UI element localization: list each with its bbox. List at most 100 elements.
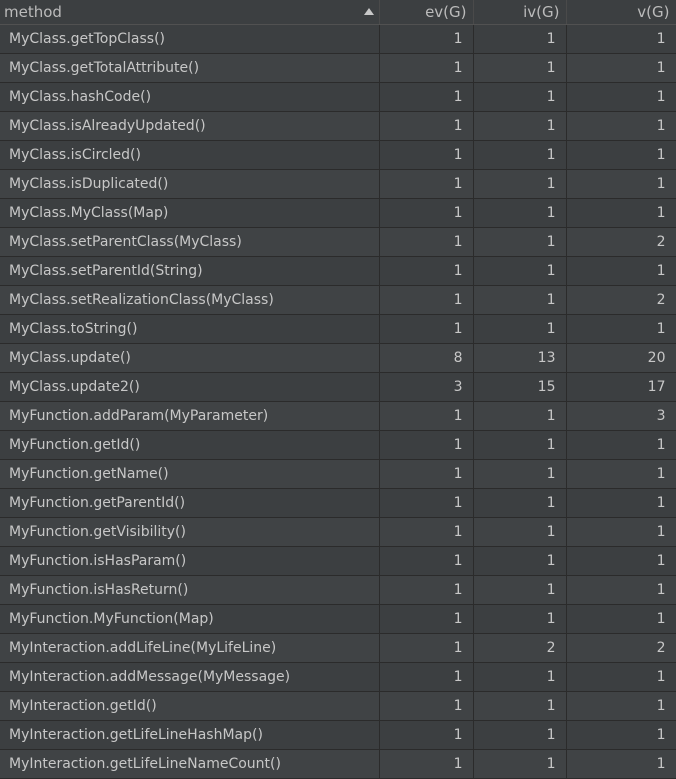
v-cell: 1: [566, 459, 676, 489]
ev-cell: 1: [379, 256, 474, 286]
ev-cell: 1: [379, 662, 474, 692]
v-cell: 1: [566, 169, 676, 199]
iv-cell: 1: [473, 24, 567, 54]
iv-cell: 1: [473, 401, 567, 431]
method-cell: MyInteraction.addMessage(MyMessage): [0, 662, 380, 692]
table-row[interactable]: MyFunction.getVisibility() 1 1 1: [0, 517, 676, 547]
table-row[interactable]: MyClass.getTopClass() 1 1 1: [0, 24, 676, 54]
table-row[interactable]: MyClass.MyClass(Map) 1 1 1: [0, 198, 676, 228]
ev-cell: 8: [379, 343, 474, 373]
v-cell: 2: [566, 285, 676, 315]
iv-cell: 1: [473, 430, 567, 460]
header-row: method ev(G) iv(G) v(G): [0, 0, 676, 25]
ev-cell: 3: [379, 372, 474, 402]
v-cell: 1: [566, 575, 676, 605]
iv-cell: 1: [473, 82, 567, 112]
v-cell: 1: [566, 111, 676, 141]
method-cell: MyClass.hashCode(): [0, 82, 380, 112]
method-cell: MyClass.getTopClass(): [0, 24, 380, 54]
v-cell: 1: [566, 691, 676, 721]
v-cell: 17: [566, 372, 676, 402]
table-row[interactable]: MyFunction.addParam(MyParameter) 1 1 3: [0, 401, 676, 431]
column-header-v[interactable]: v(G): [566, 0, 676, 25]
column-header-label: method: [4, 3, 62, 21]
v-cell: 1: [566, 662, 676, 692]
iv-cell: 1: [473, 517, 567, 547]
table-row[interactable]: MyFunction.getId() 1 1 1: [0, 430, 676, 460]
iv-cell: 1: [473, 198, 567, 228]
iv-cell: 1: [473, 169, 567, 199]
method-cell: MyClass.isAlreadyUpdated(): [0, 111, 380, 141]
method-cell: MyClass.isCircled(): [0, 140, 380, 170]
v-cell: 1: [566, 256, 676, 286]
table-row[interactable]: MyClass.isCircled() 1 1 1: [0, 140, 676, 170]
column-header-iv[interactable]: iv(G): [473, 0, 567, 25]
column-header-ev[interactable]: ev(G): [379, 0, 474, 25]
table-row[interactable]: MyClass.update2() 3 15 17: [0, 372, 676, 402]
ev-cell: 1: [379, 111, 474, 141]
v-cell: 1: [566, 430, 676, 460]
ev-cell: 1: [379, 169, 474, 199]
method-cell: MyFunction.getVisibility(): [0, 517, 380, 547]
table-row[interactable]: MyInteraction.getLifeLineNameCount() 1 1 1: [0, 749, 676, 779]
ev-cell: 1: [379, 749, 474, 779]
v-cell: 1: [566, 198, 676, 228]
table-row[interactable]: MyInteraction.addLifeLine(MyLifeLine) 1 2 2: [0, 633, 676, 663]
iv-cell: 2: [473, 633, 567, 663]
ev-cell: 1: [379, 53, 474, 83]
table-row[interactable]: MyClass.setRealizationClass(MyClass) 1 1 2: [0, 285, 676, 315]
method-cell: MyFunction.getId(): [0, 430, 380, 460]
ev-cell: 1: [379, 401, 474, 431]
v-cell: 1: [566, 517, 676, 547]
iv-cell: 1: [473, 662, 567, 692]
method-cell: MyInteraction.getId(): [0, 691, 380, 721]
ev-cell: 1: [379, 488, 474, 518]
table-row[interactable]: MyInteraction.getLifeLineHashMap() 1 1 1: [0, 720, 676, 750]
table-row[interactable]: MyClass.setParentClass(MyClass) 1 1 2: [0, 227, 676, 257]
table-row[interactable]: MyClass.hashCode() 1 1 1: [0, 82, 676, 112]
method-cell: MyFunction.addParam(MyParameter): [0, 401, 380, 431]
column-header-label: ev(G): [425, 3, 467, 21]
table-row[interactable]: MyClass.toString() 1 1 1: [0, 314, 676, 344]
table-row[interactable]: MyFunction.isHasReturn() 1 1 1: [0, 575, 676, 605]
v-cell: 2: [566, 227, 676, 257]
ev-cell: 1: [379, 227, 474, 257]
method-cell: MyClass.update(): [0, 343, 380, 373]
method-cell: MyInteraction.getLifeLineHashMap(): [0, 720, 380, 750]
table-row[interactable]: MyInteraction.getId() 1 1 1: [0, 691, 676, 721]
ev-cell: 1: [379, 575, 474, 605]
table-row[interactable]: MyFunction.isHasParam() 1 1 1: [0, 546, 676, 576]
table-row[interactable]: MyInteraction.addMessage(MyMessage) 1 1 1: [0, 662, 676, 692]
table-row[interactable]: MyClass.update() 8 13 20: [0, 343, 676, 373]
iv-cell: 13: [473, 343, 567, 373]
table-row[interactable]: MyClass.getTotalAttribute() 1 1 1: [0, 53, 676, 83]
table-row[interactable]: MyFunction.getName() 1 1 1: [0, 459, 676, 489]
table-row[interactable]: MyClass.isDuplicated() 1 1 1: [0, 169, 676, 199]
method-cell: MyClass.MyClass(Map): [0, 198, 380, 228]
method-cell: MyInteraction.getLifeLineNameCount(): [0, 749, 380, 779]
iv-cell: 15: [473, 372, 567, 402]
table-row[interactable]: MyFunction.getParentId() 1 1 1: [0, 488, 676, 518]
ev-cell: 1: [379, 691, 474, 721]
iv-cell: 1: [473, 749, 567, 779]
method-cell: MyClass.setRealizationClass(MyClass): [0, 285, 380, 315]
method-cell: MyFunction.isHasParam(): [0, 546, 380, 576]
iv-cell: 1: [473, 546, 567, 576]
v-cell: 1: [566, 53, 676, 83]
table-row[interactable]: MyFunction.MyFunction(Map) 1 1 1: [0, 604, 676, 634]
ev-cell: 1: [379, 546, 474, 576]
column-header-method[interactable]: method: [0, 0, 380, 25]
iv-cell: 1: [473, 691, 567, 721]
iv-cell: 1: [473, 604, 567, 634]
iv-cell: 1: [473, 140, 567, 170]
table-row[interactable]: MyClass.setParentId(String) 1 1 1: [0, 256, 676, 286]
ev-cell: 1: [379, 82, 474, 112]
v-cell: 3: [566, 401, 676, 431]
metrics-table: method ev(G) iv(G) v(G) MyClass.getTopCl…: [0, 0, 676, 779]
iv-cell: 1: [473, 314, 567, 344]
column-header-label: v(G): [637, 3, 670, 21]
table-row[interactable]: MyClass.isAlreadyUpdated() 1 1 1: [0, 111, 676, 141]
method-cell: MyClass.setParentClass(MyClass): [0, 227, 380, 257]
iv-cell: 1: [473, 459, 567, 489]
sort-ascending-icon[interactable]: [363, 8, 374, 15]
